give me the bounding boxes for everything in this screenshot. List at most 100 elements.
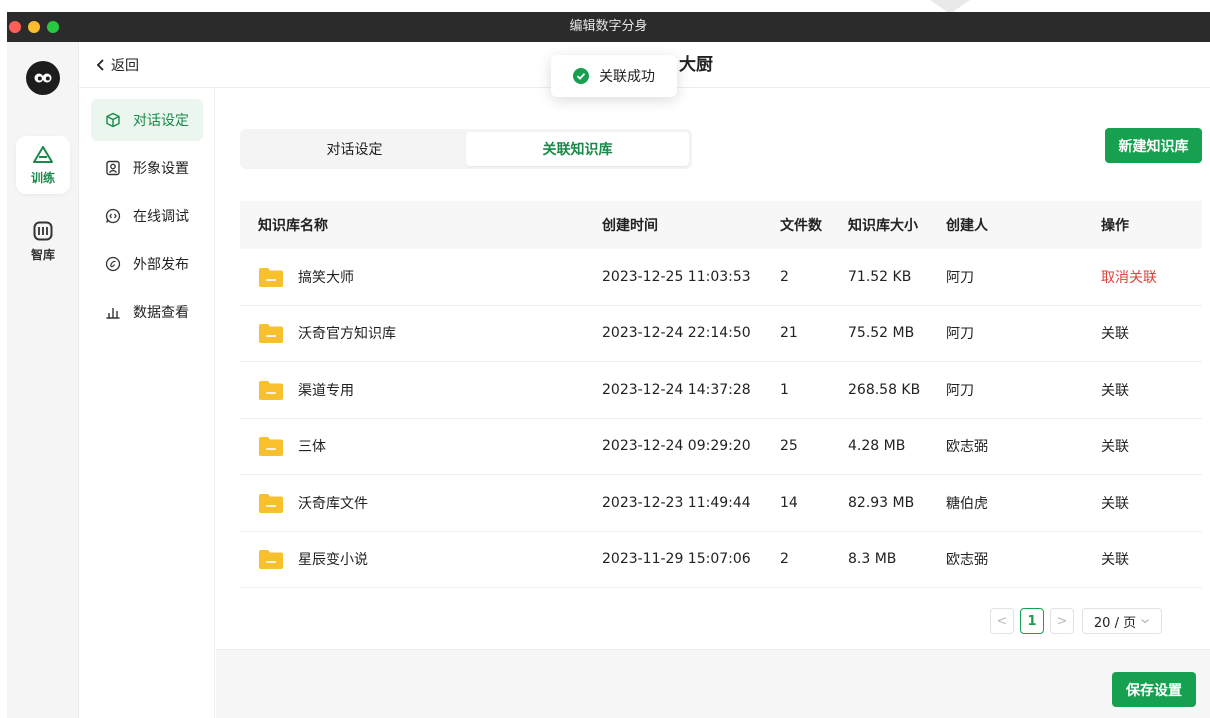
link-button[interactable]: 关联 [1101, 380, 1202, 400]
menu-item-avatar-settings[interactable]: 形象设置 [91, 147, 203, 189]
kb-files: 14 [780, 494, 798, 511]
kb-files: 2 [780, 551, 789, 568]
menu-item-data-view[interactable]: 数据查看 [91, 291, 203, 333]
publish-icon [105, 256, 121, 272]
kb-size: 4.28 MB [848, 438, 906, 455]
table-row: 搞笑大师 2023-12-25 11:03:53 2 71.52 KB 阿刀 取… [240, 249, 1202, 306]
menu-item-label: 外部发布 [133, 257, 189, 273]
tab-switcher: 对话设定 关联知识库 [240, 129, 692, 169]
link-button[interactable]: 关联 [1101, 549, 1202, 569]
save-settings-button[interactable]: 保存设置 [1112, 672, 1196, 707]
back-button[interactable]: 返回 [95, 42, 139, 88]
folder-icon [259, 437, 283, 457]
page-size-select[interactable]: 20 / 页 [1082, 608, 1162, 634]
kb-creator: 欧志弼 [946, 552, 988, 569]
kb-name: 星辰变小说 [298, 552, 368, 569]
new-knowledge-base-button[interactable]: 新建知识库 [1105, 128, 1202, 163]
folder-icon [259, 550, 283, 570]
kb-name: 三体 [298, 439, 326, 456]
cube-icon [106, 112, 120, 128]
kb-creator: 阿刀 [946, 326, 974, 343]
folder-icon [259, 267, 283, 287]
folder-icon [259, 493, 283, 513]
window-title: 编辑数字分身 [569, 19, 648, 34]
kb-creator: 糖伯虎 [946, 495, 988, 512]
table-row: 三体 2023-12-24 09:29:20 25 4.28 MB 欧志弼 关联 [240, 419, 1202, 475]
kb-created: 2023-12-24 09:29:20 [602, 438, 751, 455]
book-icon [33, 221, 53, 240]
prev-page-button[interactable]: < [990, 608, 1014, 634]
page-title: 大厨 [679, 55, 713, 75]
table-row: 沃奇库文件 2023-12-23 11:49:44 14 82.93 MB 糖伯… [240, 475, 1202, 532]
kb-creator: 阿刀 [946, 269, 974, 286]
menu-item-label: 数据查看 [133, 305, 189, 321]
success-toast: 关联成功 [551, 55, 677, 97]
menu-item-online-debug[interactable]: 在线调试 [91, 195, 203, 237]
rail-item-label: 训练 [30, 170, 55, 185]
menu-item-label: 在线调试 [133, 209, 189, 225]
kb-files: 2 [780, 268, 789, 285]
settings-menu: 对话设定 形象设置 在线调试 外部发布 数据查看 [79, 89, 215, 718]
rail-item-library[interactable]: 智库 [16, 212, 70, 270]
pagination: < 1 > 20 / 页 [990, 607, 1162, 635]
eyes-logo-icon [34, 73, 52, 83]
kb-created: 2023-12-24 22:14:50 [602, 325, 751, 342]
app-window: 编辑数字分身 训练 智库 返回 大厨 关联成功 对话设定 形象设置 在线调试 外… [7, 12, 1210, 718]
kb-creator: 欧志弼 [946, 439, 988, 456]
kb-created: 2023-12-25 11:03:53 [602, 268, 751, 285]
tab-linked-knowledge[interactable]: 关联知识库 [466, 132, 689, 166]
kb-name: 沃奇库文件 [298, 495, 368, 512]
kb-size: 82.93 MB [848, 494, 915, 511]
table-row: 渠道专用 2023-12-24 14:37:28 1 268.58 KB 阿刀 … [240, 362, 1202, 419]
menu-item-label: 形象设置 [133, 161, 189, 177]
rail-item-train[interactable]: 训练 [16, 136, 70, 194]
chevron-down-icon [1141, 619, 1150, 624]
kb-files: 25 [780, 438, 798, 455]
tab-dialog-settings[interactable]: 对话设定 [243, 132, 466, 166]
menu-item-external-publish[interactable]: 外部发布 [91, 243, 203, 285]
table-header: 知识库名称 创建时间 文件数 知识库大小 创建人 操作 [240, 201, 1202, 249]
app-rail: 训练 智库 [7, 42, 79, 718]
toast-message: 关联成功 [599, 69, 655, 85]
column-header-files: 文件数 [780, 218, 822, 234]
menu-item-dialog-settings[interactable]: 对话设定 [91, 99, 203, 141]
back-label: 返回 [111, 58, 139, 74]
title-bar: 编辑数字分身 [7, 12, 1210, 42]
column-header-name: 知识库名称 [258, 218, 328, 234]
table-row: 沃奇官方知识库 2023-12-24 22:14:50 21 75.52 MB … [240, 306, 1202, 362]
folder-icon [259, 380, 283, 400]
kb-files: 21 [780, 325, 798, 342]
kb-size: 75.52 MB [848, 325, 915, 342]
folder-icon [259, 324, 283, 344]
bar-chart-icon [106, 308, 120, 319]
column-header-created: 创建时间 [602, 218, 658, 234]
top-gap [0, 0, 1210, 12]
link-button[interactable]: 关联 [1101, 436, 1202, 456]
kb-creator: 阿刀 [946, 382, 974, 399]
triangle-icon [33, 145, 53, 163]
kb-name: 搞笑大师 [298, 269, 354, 286]
page-size-value: 20 / 页 [1093, 615, 1137, 631]
menu-item-label: 对话设定 [133, 113, 189, 129]
portrait-icon [106, 160, 120, 176]
kb-size: 268.58 KB [848, 381, 921, 398]
link-button[interactable]: 关联 [1101, 493, 1202, 513]
column-header-creator: 创建人 [946, 218, 988, 234]
app-logo [26, 61, 60, 95]
kb-files: 1 [780, 381, 789, 398]
kb-created: 2023-12-24 14:37:28 [602, 381, 751, 398]
kb-size: 8.3 MB [848, 551, 897, 568]
kb-size: 71.52 KB [848, 268, 912, 285]
knowledge-base-table: 知识库名称 创建时间 文件数 知识库大小 创建人 操作 搞笑大师 2023-12… [240, 201, 1202, 588]
kb-name: 渠道专用 [298, 382, 354, 399]
kb-name: 沃奇官方知识库 [298, 326, 396, 343]
next-page-button[interactable]: > [1050, 608, 1074, 634]
footer-bar: 保存设置 [216, 649, 1210, 718]
current-page-button[interactable]: 1 [1020, 608, 1044, 634]
kb-created: 2023-11-29 15:07:06 [602, 551, 751, 568]
link-button[interactable]: 关联 [1101, 323, 1202, 343]
main-content: 对话设定 关联知识库 新建知识库 知识库名称 创建时间 文件数 知识库大小 创建… [216, 89, 1210, 649]
unlink-button[interactable]: 取消关联 [1101, 267, 1202, 287]
kb-created: 2023-12-23 11:49:44 [602, 494, 751, 511]
column-header-size: 知识库大小 [848, 218, 918, 234]
